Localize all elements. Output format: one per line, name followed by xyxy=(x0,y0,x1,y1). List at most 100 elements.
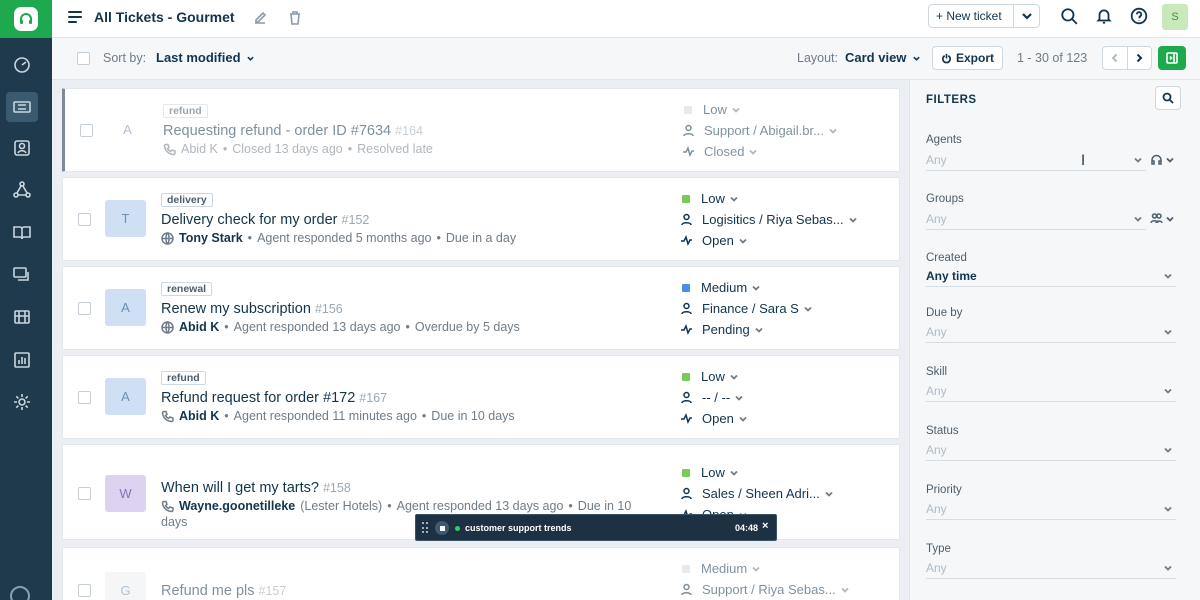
filter-label-priority: Priority xyxy=(926,484,962,496)
requester-name[interactable]: Abid K xyxy=(181,142,218,156)
priority-filter-select[interactable]: Any xyxy=(926,498,1176,520)
group-type-dropdown[interactable] xyxy=(1150,212,1174,225)
layout-label: Layout: xyxy=(797,51,839,65)
close-icon[interactable]: × xyxy=(762,520,768,532)
ticket-card[interactable]: A refund Requesting refund - order ID #7… xyxy=(62,88,900,172)
hamburger-menu-icon[interactable] xyxy=(68,11,82,23)
ticket-tag[interactable]: delivery xyxy=(161,193,213,207)
ticket-subject[interactable]: Requesting refund - order ID #7634 #164 xyxy=(163,123,423,139)
stop-recording-icon[interactable] xyxy=(435,521,449,535)
app-logo[interactable] xyxy=(0,0,52,38)
ticket-subject[interactable]: Renew my subscription #156 xyxy=(161,301,343,317)
ticket-checkbox[interactable] xyxy=(78,584,91,597)
ticket-subject[interactable]: Refund request for order #172 #167 xyxy=(161,390,387,406)
ticket-subject[interactable]: When will I get my tarts? #158 xyxy=(161,480,351,496)
social-icon[interactable] xyxy=(6,175,38,205)
priority-value: Low xyxy=(701,191,725,206)
ticket-checkbox[interactable] xyxy=(80,124,93,137)
ticket-subject[interactable]: Refund me pls #157 xyxy=(161,583,286,599)
previous-page-icon[interactable] xyxy=(1103,47,1128,69)
ticket-checkbox[interactable] xyxy=(78,391,91,404)
delete-view-icon[interactable] xyxy=(287,10,303,29)
search-icon[interactable] xyxy=(1155,86,1181,110)
reports-icon[interactable] xyxy=(6,345,38,375)
priority-dot xyxy=(682,194,690,203)
type-filter-select[interactable]: Any xyxy=(926,557,1176,579)
requester-org: (Lester Hotels) xyxy=(300,499,383,513)
requester-name[interactable]: Tony Stark xyxy=(179,231,243,245)
requester-name[interactable]: Abid K xyxy=(179,409,219,423)
new-ticket-label[interactable]: + New ticket xyxy=(929,5,1013,27)
user-avatar[interactable]: S xyxy=(1162,4,1188,30)
knowledge-base-icon[interactable] xyxy=(6,218,38,248)
priority-dot xyxy=(682,468,690,477)
ticket-card[interactable]: T delivery Delivery check for my order #… xyxy=(62,177,900,261)
notifications-bell-icon[interactable] xyxy=(1095,7,1113,28)
groups-filter-select[interactable]: Any xyxy=(926,208,1146,230)
priority-dropdown[interactable]: Medium xyxy=(680,280,760,295)
discussions-icon[interactable] xyxy=(6,260,38,290)
layout-dropdown[interactable]: Card view xyxy=(845,50,920,65)
ticket-subject[interactable]: Delivery check for my order #152 xyxy=(161,212,369,228)
next-page-icon[interactable] xyxy=(1128,47,1152,69)
help-icon[interactable] xyxy=(1130,7,1148,28)
agents-filter-select[interactable]: Any xyxy=(926,149,1146,171)
group-agent-dropdown[interactable]: Sales / Sheen Adri... xyxy=(680,486,833,501)
chevron-down-icon[interactable] xyxy=(1013,5,1039,27)
requester-name[interactable]: Wayne.goonetilleke xyxy=(179,499,295,513)
agent-type-dropdown[interactable] xyxy=(1150,153,1174,166)
chevron-down-icon xyxy=(829,128,837,134)
sort-dropdown[interactable]: Last modified xyxy=(156,50,254,65)
group-agent-dropdown[interactable]: Logisitics / Riya Sebas... xyxy=(680,212,857,227)
new-ticket-button[interactable]: + New ticket xyxy=(928,4,1040,28)
created-filter-select[interactable]: Any time xyxy=(926,265,1176,287)
priority-dropdown[interactable]: Low xyxy=(680,465,738,480)
chevron-down-icon xyxy=(1164,273,1172,279)
status-dropdown[interactable]: Open xyxy=(680,411,747,426)
group-agent-dropdown[interactable]: Support / Abigail.br... xyxy=(682,123,837,138)
search-icon[interactable] xyxy=(1060,7,1078,28)
sort-value: Last modified xyxy=(156,50,241,65)
priority-dropdown[interactable]: Low xyxy=(680,369,738,384)
ticket-tag[interactable]: refund xyxy=(161,371,206,385)
ticket-card[interactable]: G Refund me pls #157 Medium Support / Ri… xyxy=(62,547,900,600)
priority-dropdown[interactable]: Medium xyxy=(680,561,760,576)
ticket-checkbox[interactable] xyxy=(78,302,91,315)
drag-handle-icon[interactable] xyxy=(422,522,428,534)
status-dropdown[interactable]: Closed xyxy=(682,144,758,159)
ticket-card[interactable]: A refund Refund request for order #172 #… xyxy=(62,355,900,439)
edit-view-icon[interactable] xyxy=(252,10,268,29)
select-all-checkbox[interactable] xyxy=(77,52,90,65)
export-button[interactable]: Export xyxy=(932,46,1003,70)
admin-settings-icon[interactable] xyxy=(6,387,38,417)
skill-filter-select[interactable]: Any xyxy=(926,380,1176,402)
status-dropdown[interactable]: Open xyxy=(680,233,747,248)
ticket-tag[interactable]: renewal xyxy=(161,282,213,296)
priority-dropdown[interactable]: Low xyxy=(682,102,740,117)
ticket-tag[interactable]: refund xyxy=(163,104,208,118)
top-bar: All Tickets - Gourmet + New ticket S xyxy=(52,0,1200,38)
subject-text: Renew my subscription xyxy=(161,301,311,317)
ticket-checkbox[interactable] xyxy=(78,487,91,500)
contacts-icon[interactable] xyxy=(6,133,38,163)
priority-dropdown[interactable]: Low xyxy=(680,191,738,206)
group-agent-dropdown[interactable]: Finance / Sara S xyxy=(680,301,812,316)
status-filter-select[interactable]: Any xyxy=(926,439,1176,461)
tickets-icon[interactable] xyxy=(6,92,38,122)
ticket-card[interactable]: A renewal Renew my subscription #156 Abi… xyxy=(62,266,900,350)
ticket-checkbox[interactable] xyxy=(78,213,91,226)
chevron-down-icon xyxy=(247,56,254,61)
status-dropdown[interactable]: Pending xyxy=(680,322,763,337)
group-agent-dropdown[interactable]: -- / -- xyxy=(680,390,743,405)
filter-panel-toggle-icon[interactable] xyxy=(1158,46,1186,70)
requester-name[interactable]: Abid K xyxy=(179,320,219,334)
screen-recorder-bar[interactable]: customer support trends 04:48 × xyxy=(415,514,777,541)
ticket-meta: Tony Stark • Agent responded 5 months ago… xyxy=(161,231,516,245)
agent-icon xyxy=(681,213,692,226)
dashboard-icon[interactable] xyxy=(6,50,38,80)
group-agent-dropdown[interactable]: Support / Riya Sebas... xyxy=(680,582,849,597)
help-widget-icon[interactable] xyxy=(10,586,30,600)
due-by-filter-select[interactable]: Any xyxy=(926,321,1176,343)
chevron-down-icon xyxy=(1164,388,1172,394)
assets-icon[interactable] xyxy=(6,302,38,332)
